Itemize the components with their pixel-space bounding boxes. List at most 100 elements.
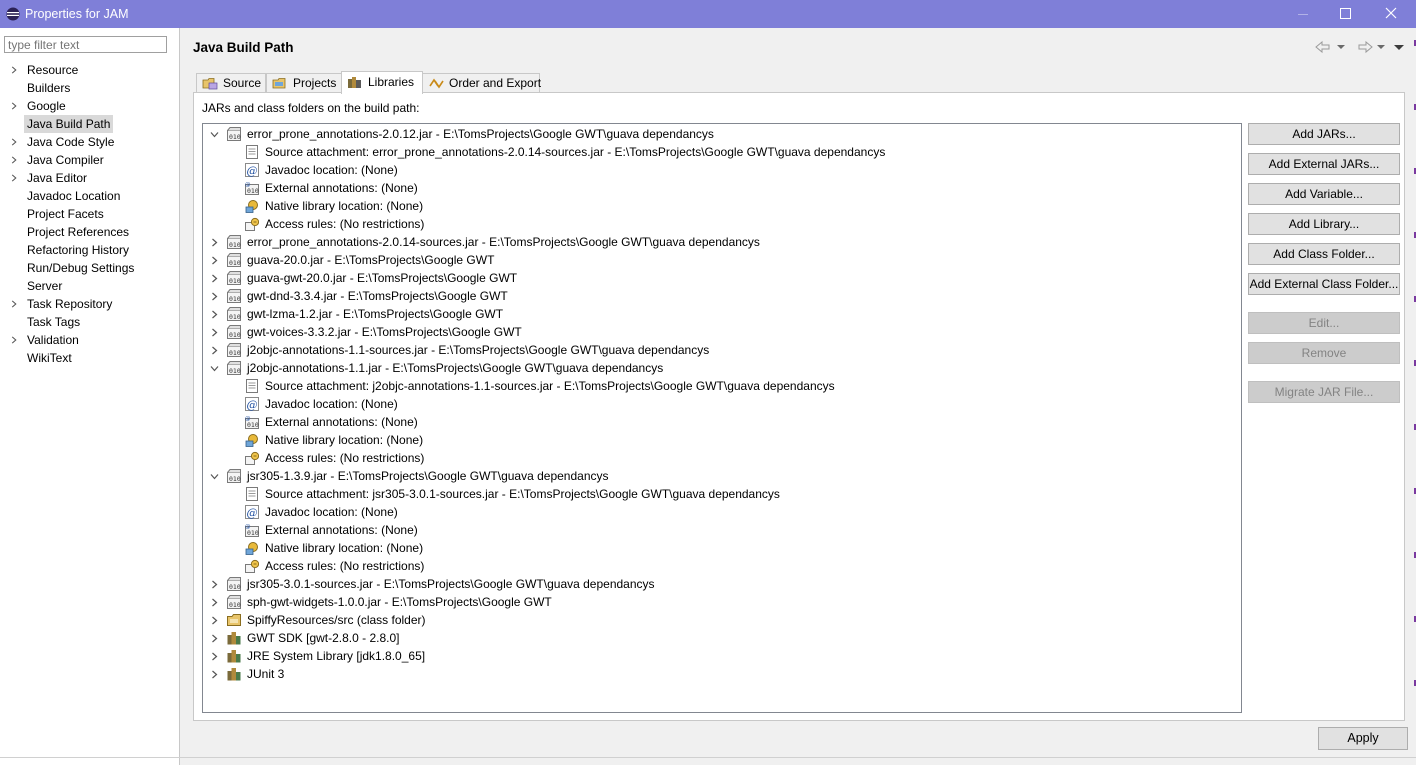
svg-text:@: @ xyxy=(247,399,258,412)
chevron-right-icon[interactable] xyxy=(210,310,219,319)
add-jars-button[interactable]: Add JARs... xyxy=(1248,123,1400,145)
add-library-button[interactable]: Add Library... xyxy=(1248,213,1400,235)
forward-arrow-icon[interactable] xyxy=(1356,40,1374,54)
sidebar-item-project-facets[interactable]: Project Facets xyxy=(0,205,179,223)
jar-icon: 010 xyxy=(227,289,241,303)
svg-text:@: @ xyxy=(245,182,251,188)
sidebar-item-wikitext[interactable]: WikiText xyxy=(0,349,179,367)
chevron-right-icon[interactable] xyxy=(10,66,18,74)
window-title: Properties for JAM xyxy=(25,7,129,21)
tab-libraries-label: Libraries xyxy=(368,75,415,89)
tree-item-label: Javadoc location: (None) xyxy=(265,397,398,411)
chevron-right-icon[interactable] xyxy=(10,156,18,164)
sidebar-item-label: Google xyxy=(27,99,66,113)
add-class-folder-button[interactable]: Add Class Folder... xyxy=(1248,243,1400,265)
libraries-tree[interactable]: 010 error_prone_annotations-2.0.12.jar - … xyxy=(202,123,1242,713)
maximize-icon[interactable] xyxy=(1330,4,1360,24)
sidebar-item-label: Run/Debug Settings xyxy=(27,261,135,275)
chevron-right-icon[interactable] xyxy=(10,174,18,182)
back-dropdown-icon[interactable] xyxy=(1336,40,1346,54)
eclipse-icon xyxy=(6,7,20,21)
edit-button[interactable]: Edit... xyxy=(1248,312,1400,334)
native-library-icon xyxy=(245,200,258,213)
tree-item-label: Access rules: (No restrictions) xyxy=(265,559,425,573)
chevron-right-icon[interactable] xyxy=(210,346,219,355)
chevron-right-icon[interactable] xyxy=(210,256,219,265)
filter-input[interactable] xyxy=(4,36,167,53)
properties-sidebar: Resource Builders Google Java Build Path Jav… xyxy=(0,28,180,765)
jar-icon: 010 xyxy=(227,307,241,321)
svg-text:010: 010 xyxy=(229,313,241,321)
tab-projects[interactable]: Projects xyxy=(266,73,342,93)
sidebar-item-resource[interactable]: Resource xyxy=(0,61,179,79)
tree-item-label: Javadoc location: (None) xyxy=(265,505,398,519)
source-folder-icon xyxy=(202,78,218,90)
tab-source[interactable]: Source xyxy=(196,73,266,93)
sidebar-item-validation[interactable]: Validation xyxy=(0,331,179,349)
sidebar-item-java-compiler[interactable]: Java Compiler xyxy=(0,151,179,169)
order-export-icon xyxy=(429,78,444,89)
svg-text:010: 010 xyxy=(229,133,241,141)
chevron-right-icon[interactable] xyxy=(10,336,18,344)
sidebar-item-label: Project References xyxy=(27,225,130,239)
chevron-down-icon[interactable] xyxy=(210,364,219,373)
title-bar: Properties for JAM xyxy=(0,0,1416,28)
add-variable-button[interactable]: Add Variable... xyxy=(1248,183,1400,205)
sidebar-item-google[interactable]: Google xyxy=(0,97,179,115)
chevron-right-icon[interactable] xyxy=(10,138,18,146)
chevron-right-icon[interactable] xyxy=(210,598,219,607)
add-external-jars-button[interactable]: Add External JARs... xyxy=(1248,153,1400,175)
minimize-icon[interactable] xyxy=(1288,4,1318,24)
chevron-right-icon[interactable] xyxy=(210,652,219,661)
chevron-right-icon[interactable] xyxy=(210,670,219,679)
svg-text:010: 010 xyxy=(247,529,259,537)
chevron-right-icon[interactable] xyxy=(210,634,219,643)
tree-item-label: External annotations: (None) xyxy=(265,181,418,195)
sidebar-item-task-tags[interactable]: Task Tags xyxy=(0,313,179,331)
back-arrow-icon[interactable] xyxy=(1314,40,1332,54)
chevron-right-icon[interactable] xyxy=(10,300,18,308)
main-panel: Java Build Path Source Projects Librarie… xyxy=(180,28,1416,765)
chevron-right-icon[interactable] xyxy=(210,616,219,625)
chevron-right-icon[interactable] xyxy=(210,238,219,247)
chevron-down-icon[interactable] xyxy=(210,130,219,139)
forward-dropdown-icon[interactable] xyxy=(1376,40,1386,54)
javadoc-icon: @ xyxy=(245,397,259,411)
sidebar-item-run-debug-settings[interactable]: Run/Debug Settings xyxy=(0,259,179,277)
sidebar-item-refactoring-history[interactable]: Refactoring History xyxy=(0,241,179,259)
chevron-right-icon[interactable] xyxy=(210,580,219,589)
sidebar-item-label: Builders xyxy=(27,81,71,95)
apply-button[interactable]: Apply xyxy=(1318,727,1408,750)
tree-item-label: JRE System Library [jdk1.8.0_65] xyxy=(247,649,426,663)
sidebar-item-builders[interactable]: Builders xyxy=(0,79,179,97)
sidebar-item-project-references[interactable]: Project References xyxy=(0,223,179,241)
sidebar-item-server[interactable]: Server xyxy=(0,277,179,295)
sidebar-item-java-editor[interactable]: Java Editor xyxy=(0,169,179,187)
close-icon[interactable] xyxy=(1376,4,1406,24)
remove-button[interactable]: Remove xyxy=(1248,342,1400,364)
svg-text:@: @ xyxy=(245,416,251,422)
tree-item-label: gwt-dnd-3.3.4.jar - E:\TomsProjects\Goog… xyxy=(247,289,508,303)
tab-order-and-export[interactable]: Order and Export xyxy=(422,73,541,93)
library-container-icon xyxy=(227,668,241,681)
view-menu-icon[interactable] xyxy=(1392,40,1406,54)
tab-projects-label: Projects xyxy=(293,76,337,90)
sidebar-item-label: WikiText xyxy=(27,351,72,365)
chevron-right-icon[interactable] xyxy=(210,292,219,301)
sidebar-item-java-build-path[interactable]: Java Build Path xyxy=(0,115,179,133)
tab-libraries[interactable]: Libraries xyxy=(341,71,423,94)
chevron-right-icon[interactable] xyxy=(210,328,219,337)
migrate-jar-file-button[interactable]: Migrate JAR File... xyxy=(1248,381,1400,403)
jar-icon: 010 xyxy=(227,325,241,339)
add-external-class-folder-button[interactable]: Add External Class Folder... xyxy=(1248,273,1400,295)
chevron-right-icon[interactable] xyxy=(210,274,219,283)
access-rules-icon xyxy=(245,217,259,231)
sidebar-item-javadoc-location[interactable]: Javadoc Location xyxy=(0,187,179,205)
tree-item-label: SpiffyResources/src (class folder) xyxy=(247,613,426,627)
sidebar-item-java-code-style[interactable]: Java Code Style xyxy=(0,133,179,151)
chevron-down-icon[interactable] xyxy=(210,472,219,481)
chevron-right-icon[interactable] xyxy=(10,102,18,110)
sidebar-item-task-repository[interactable]: Task Repository xyxy=(0,295,179,313)
tree-item-label: Source attachment: jsr305-3.0.1-sources.… xyxy=(265,487,780,501)
tab-source-label: Source xyxy=(223,76,262,90)
